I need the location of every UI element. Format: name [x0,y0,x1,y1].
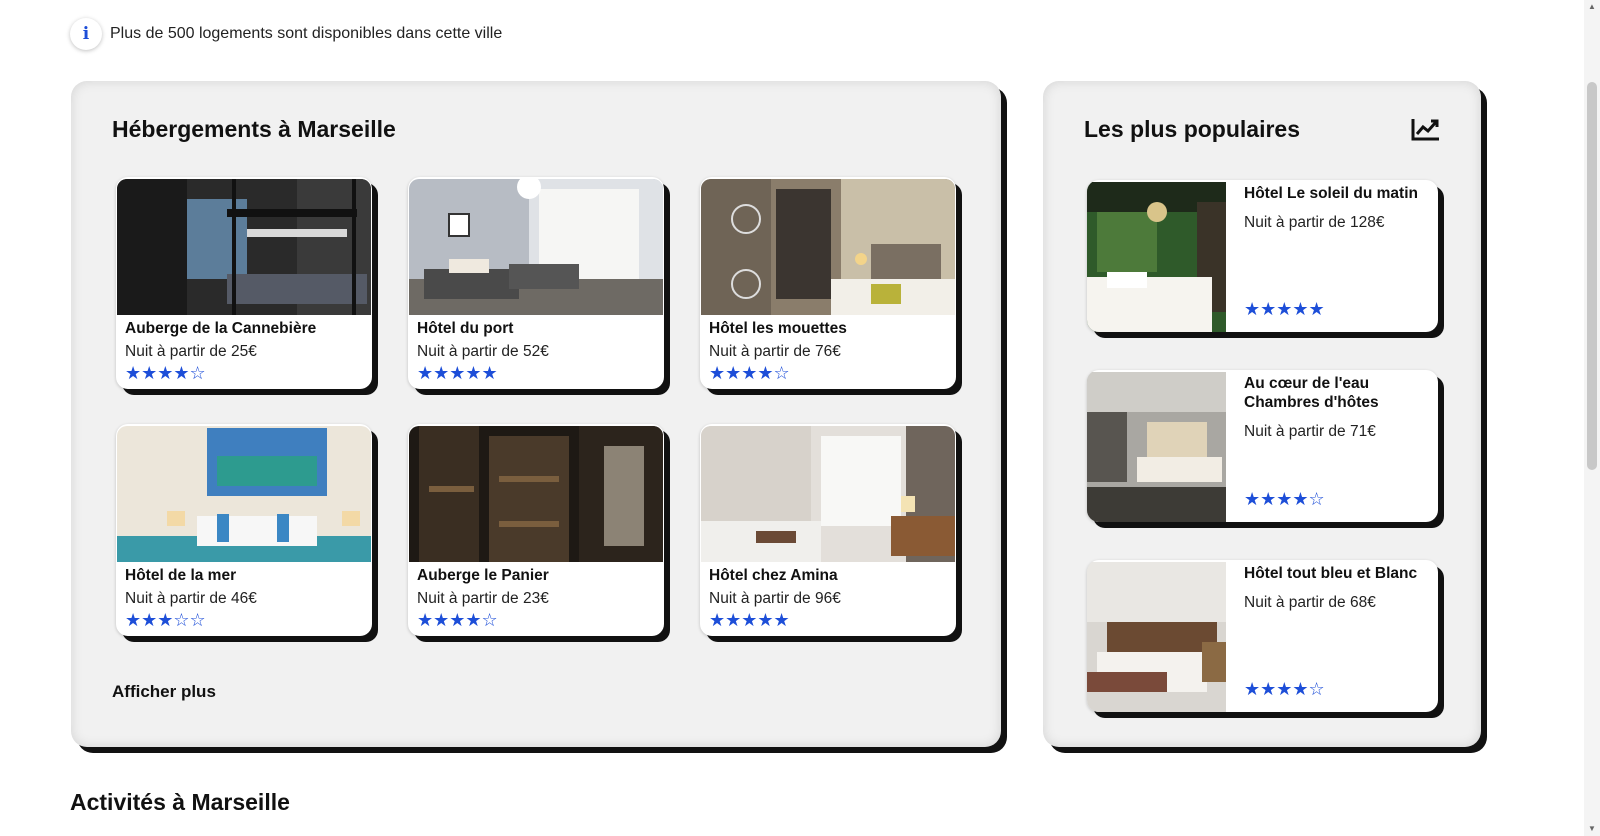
accommodation-card[interactable]: Hôtel du port Nuit à partir de 52€ ★★★★★ [408,177,664,389]
hotel-price: Nuit à partir de 71€ [1244,423,1376,440]
hotel-photo [409,179,663,315]
rating-stars-icon: ★★★★★ [709,610,790,631]
hotel-price: Nuit à partir de 25€ [125,343,257,360]
hotel-price: Nuit à partir de 128€ [1244,214,1385,231]
rating-stars-icon: ★★★★☆ [1244,679,1325,700]
show-more-link[interactable]: Afficher plus [112,682,216,702]
hotel-photo [701,426,955,562]
hotel-price: Nuit à partir de 76€ [709,343,841,360]
info-text: Plus de 500 logements sont disponibles d… [110,25,503,42]
hotel-photo [1087,372,1226,522]
rating-stars-icon: ★★★★★ [417,363,498,384]
hotel-price: Nuit à partir de 46€ [125,590,257,607]
accommodation-card[interactable]: Hôtel chez Amina Nuit à partir de 96€ ★★… [700,424,956,636]
info-icon: i [70,18,102,50]
popular-title: Les plus populaires [1084,116,1300,142]
hotel-photo [117,179,371,315]
hotel-name: Hôtel du port [417,320,514,337]
rating-stars-icon: ★★★★★ [1244,299,1325,320]
accommodation-card[interactable]: Auberge de la Cannebière Nuit à partir d… [116,177,372,389]
popular-card[interactable]: Hôtel Le soleil du matin Nuit à partir d… [1087,180,1438,332]
popular-list: Hôtel Le soleil du matin Nuit à partir d… [1087,180,1438,750]
hotel-name: Hôtel chez Amina [709,567,838,584]
scrollbar[interactable]: ▲ ▼ [1584,0,1600,836]
popular-panel: Les plus populaires Hôtel Le soleil du m… [1043,81,1481,747]
hotel-price: Nuit à partir de 52€ [417,343,549,360]
activities-title: Activités à Marseille [70,789,290,815]
hotel-price: Nuit à partir de 68€ [1244,594,1376,611]
accommodation-card[interactable]: Hôtel les mouettes Nuit à partir de 76€ … [700,177,956,389]
scroll-down-icon[interactable]: ▼ [1587,824,1597,834]
accommodations-grid: Auberge de la Cannebière Nuit à partir d… [116,177,956,636]
hotel-name: Hôtel de la mer [125,567,237,584]
hotel-name: Auberge de la Cannebière [125,320,317,337]
accommodation-card[interactable]: Auberge le Panier Nuit à partir de 23€ ★… [408,424,664,636]
rating-stars-icon: ★★★★☆ [417,610,498,631]
hotel-price: Nuit à partir de 23€ [417,590,549,607]
hotel-name: Hôtel Le soleil du matin [1244,185,1418,202]
hotel-photo [1087,562,1226,712]
popular-card[interactable]: Hôtel tout bleu et Blanc Nuit à partir d… [1087,560,1438,712]
accommodations-panel: Hébergements à Marseille Auberge de la C… [71,81,1001,747]
hotel-name: Hôtel les mouettes [709,320,847,337]
accommodations-title: Hébergements à Marseille [112,116,396,142]
hotel-name: Au cœur de l'eau Chambres d'hôtes [1244,375,1379,411]
scroll-thumb[interactable] [1587,82,1597,470]
info-bar: i Plus de 500 logements sont disponibles… [70,18,502,50]
rating-stars-icon: ★★★★☆ [125,363,206,384]
trend-chart-icon [1411,119,1439,141]
rating-stars-icon: ★★★★☆ [709,363,790,384]
hotel-name: Hôtel tout bleu et Blanc [1244,565,1418,582]
hotel-name: Auberge le Panier [417,567,549,584]
hotel-photo [409,426,663,562]
popular-card[interactable]: Au cœur de l'eau Chambres d'hôtes Nuit à… [1087,370,1438,522]
hotel-price: Nuit à partir de 96€ [709,590,841,607]
accommodation-card[interactable]: Hôtel de la mer Nuit à partir de 46€ ★★★… [116,424,372,636]
hotel-photo [117,426,371,562]
hotel-photo [1087,182,1226,332]
rating-stars-icon: ★★★★☆ [1244,489,1325,510]
rating-stars-icon: ★★★☆☆ [125,610,206,631]
hotel-photo [701,179,955,315]
scroll-up-icon[interactable]: ▲ [1587,2,1597,12]
